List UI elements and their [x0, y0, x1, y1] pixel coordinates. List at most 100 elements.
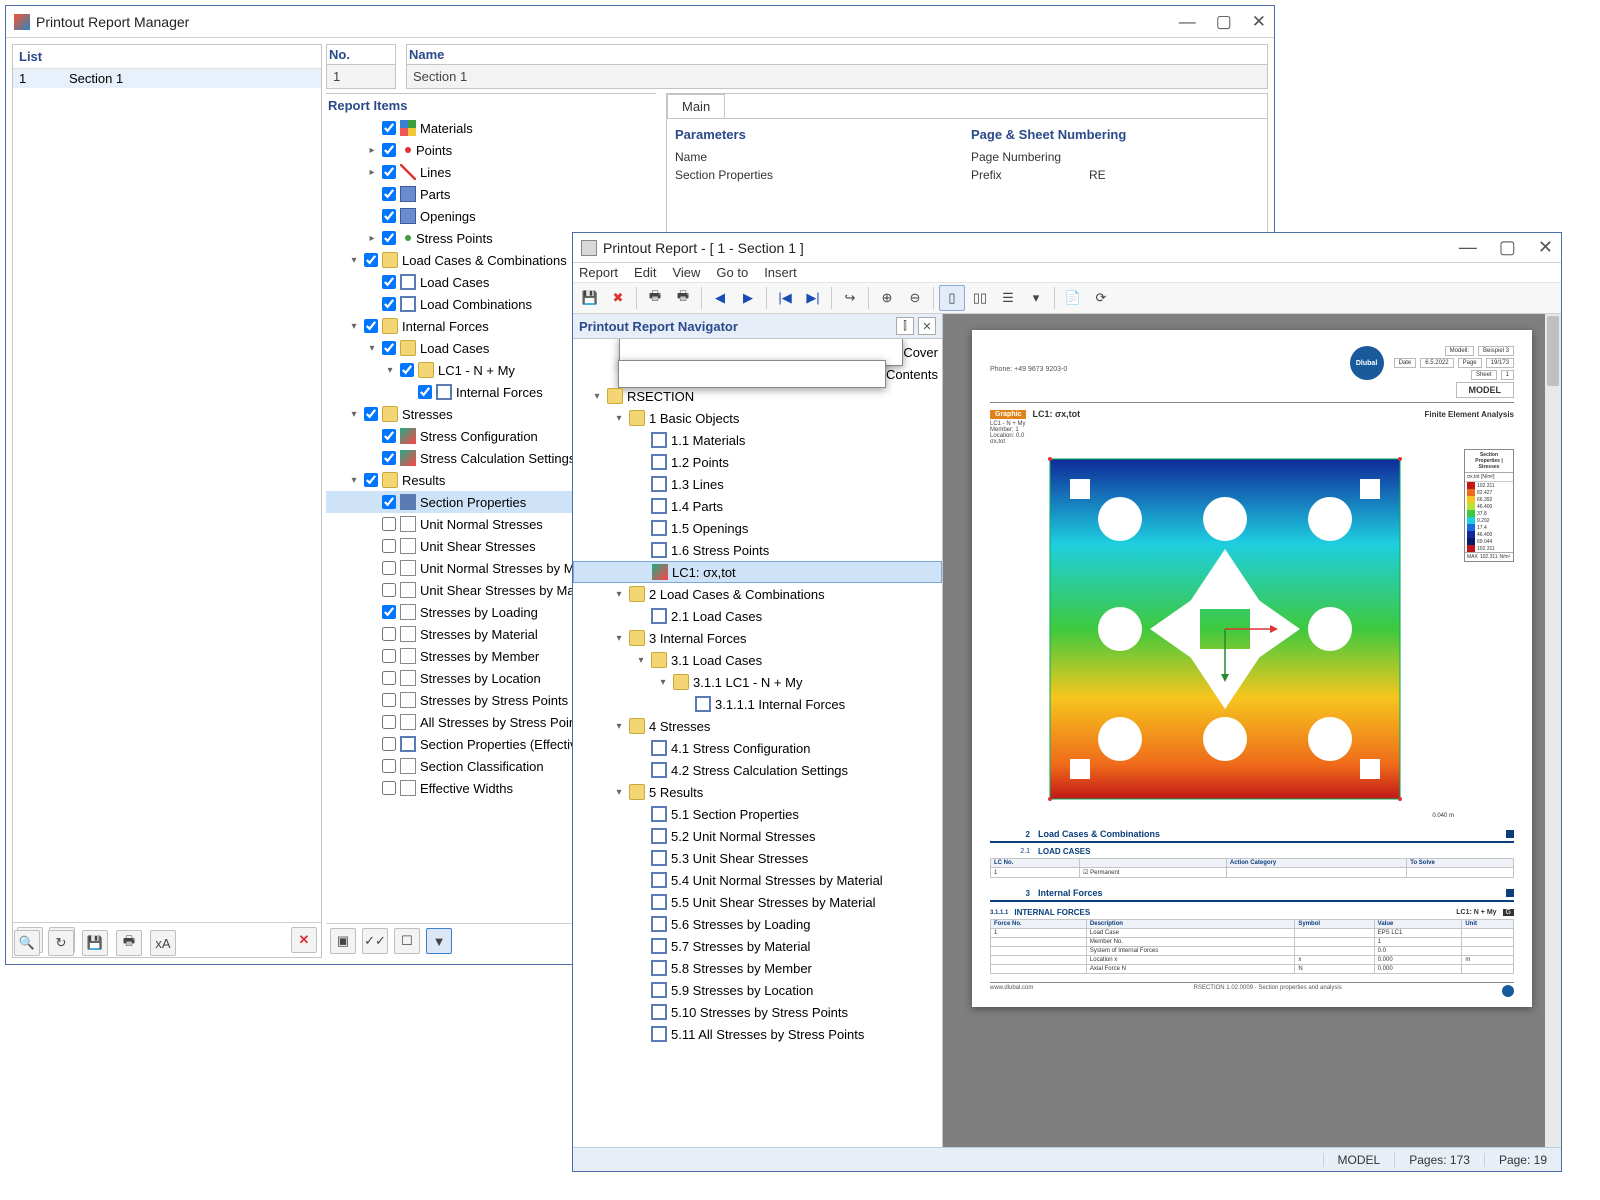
item-checkbox[interactable] — [364, 473, 378, 487]
maximize-button[interactable]: ▢ — [1499, 237, 1516, 258]
report-item[interactable]: Openings — [326, 205, 656, 227]
save-icon[interactable]: 💾 — [577, 285, 603, 311]
menu-insert[interactable]: Insert — [764, 265, 797, 280]
close-button[interactable]: ✕ — [1252, 12, 1266, 32]
vertical-scrollbar[interactable] — [1545, 314, 1561, 1147]
nav-item[interactable]: 5.7 Stresses by Material — [573, 935, 942, 957]
twisty-icon[interactable]: ▾ — [384, 365, 396, 376]
menu-report[interactable]: Report — [579, 265, 618, 280]
nav-item[interactable]: ▾3.1.1 LC1 - N + My — [573, 671, 942, 693]
first-icon[interactable]: |◀ — [772, 285, 798, 311]
item-checkbox[interactable] — [382, 209, 396, 223]
save-button[interactable]: 💾 — [82, 930, 108, 956]
item-checkbox[interactable] — [382, 781, 396, 795]
nav-item[interactable]: 1.2 Points — [573, 451, 942, 473]
property-row[interactable]: Section Properties — [675, 166, 963, 184]
twisty-icon[interactable]: ▾ — [591, 391, 603, 402]
item-checkbox[interactable] — [382, 737, 396, 751]
two-page-icon[interactable]: ▯▯ — [967, 285, 993, 311]
navigator-tree[interactable]: CoverContents▾RSECTION▾1 Basic Objects1.… — [573, 339, 942, 1147]
page-preview[interactable]: Phone: +49 9673 9203-0 Dlubal Modell:Bei… — [943, 314, 1561, 1147]
single-page-icon[interactable]: ▯ — [939, 285, 965, 311]
new-page-icon[interactable]: 📄 — [1060, 285, 1086, 311]
menu-edit[interactable]: Edit — [634, 265, 656, 280]
next-icon[interactable]: ▶ — [735, 285, 761, 311]
item-checkbox[interactable] — [364, 253, 378, 267]
nav-item[interactable]: 5.4 Unit Normal Stresses by Material — [573, 869, 942, 891]
twisty-icon[interactable]: ▾ — [635, 655, 647, 666]
property-row[interactable]: PrefixRE — [971, 166, 1259, 184]
twisty-icon[interactable]: ▾ — [348, 409, 360, 420]
nav-item[interactable]: LC1: σx,tot — [573, 561, 942, 583]
twisty-icon[interactable]: ▾ — [613, 633, 625, 644]
tree-uncheck-button[interactable]: ☐ — [394, 928, 420, 954]
nav-item[interactable]: ▾3 Internal Forces — [573, 627, 942, 649]
twisty-icon[interactable]: ▾ — [613, 413, 625, 424]
item-checkbox[interactable] — [382, 583, 396, 597]
item-checkbox[interactable] — [382, 297, 396, 311]
nav-item[interactable]: 1.4 Parts — [573, 495, 942, 517]
pin-icon[interactable]: ⫿ — [896, 317, 914, 335]
item-checkbox[interactable] — [382, 715, 396, 729]
name-input[interactable]: Section 1 — [406, 64, 1268, 89]
item-checkbox[interactable] — [418, 385, 432, 399]
no-input[interactable]: 1 — [326, 64, 396, 89]
report-item[interactable]: ▸Lines — [326, 161, 656, 183]
twisty-icon[interactable]: ▾ — [613, 589, 625, 600]
twisty-icon[interactable]: ▾ — [657, 677, 669, 688]
item-checkbox[interactable] — [382, 451, 396, 465]
menu-go-to[interactable]: Go to — [716, 265, 748, 280]
nav-item[interactable]: 4.2 Stress Calculation Settings — [573, 759, 942, 781]
twisty-icon[interactable]: ▸ — [366, 145, 378, 156]
nav-item[interactable]: ▾5 Results — [573, 781, 942, 803]
report-list-row[interactable]: 1 Section 1 — [13, 69, 321, 88]
nav-item[interactable]: 1.1 Materials — [573, 429, 942, 451]
tree-checkall-button[interactable]: ✓✓ — [362, 928, 388, 954]
item-checkbox[interactable] — [382, 341, 396, 355]
tree-filter-button[interactable]: ▼ — [426, 928, 452, 954]
minimize-button[interactable]: — — [1179, 12, 1196, 32]
item-checkbox[interactable] — [382, 671, 396, 685]
delete-report-button[interactable]: ✕ — [291, 927, 317, 953]
item-checkbox[interactable] — [382, 759, 396, 773]
maximize-button[interactable]: ▢ — [1216, 12, 1232, 32]
prev-icon[interactable]: ◀ — [707, 285, 733, 311]
nav-item[interactable]: 5.9 Stresses by Location — [573, 979, 942, 1001]
close-nav-icon[interactable]: ✕ — [918, 317, 936, 335]
print-preview-icon[interactable]: 🖶 — [670, 285, 696, 311]
tab-main[interactable]: Main — [667, 94, 725, 118]
nav-item[interactable]: 1.3 Lines — [573, 473, 942, 495]
nav-item[interactable]: 5.10 Stresses by Stress Points — [573, 1001, 942, 1023]
close-button[interactable]: ✕ — [1538, 237, 1553, 258]
nav-item[interactable]: 2.1 Load Cases — [573, 605, 942, 627]
item-checkbox[interactable] — [382, 275, 396, 289]
win2-titlebar[interactable]: Printout Report - [ 1 - Section 1 ] — ▢ … — [573, 233, 1561, 263]
delete-icon[interactable]: ✖ — [605, 285, 631, 311]
property-row[interactable]: Page Numbering — [971, 148, 1259, 166]
nav-item[interactable]: 3.1.1.1 Internal Forces — [573, 693, 942, 715]
item-checkbox[interactable] — [382, 539, 396, 553]
nav-item[interactable]: 5.3 Unit Shear Stresses — [573, 847, 942, 869]
twisty-icon[interactable]: ▾ — [348, 255, 360, 266]
print-button[interactable]: 🖶 — [116, 930, 142, 956]
twisty-icon[interactable]: ▸ — [366, 167, 378, 178]
multi-page-icon[interactable]: ☰ — [995, 285, 1021, 311]
item-checkbox[interactable] — [364, 407, 378, 421]
nav-item[interactable]: ▾3.1 Load Cases — [573, 649, 942, 671]
refresh-button[interactable]: ↻ — [48, 930, 74, 956]
translate-button[interactable]: xA — [150, 930, 176, 956]
nav-item[interactable]: 5.1 Section Properties — [573, 803, 942, 825]
goto-icon[interactable]: ↪ — [837, 285, 863, 311]
nav-item[interactable]: 5.2 Unit Normal Stresses — [573, 825, 942, 847]
twisty-icon[interactable]: ▾ — [366, 343, 378, 354]
win1-titlebar[interactable]: Printout Report Manager — ▢ ✕ — [6, 6, 1274, 38]
report-item[interactable]: Parts — [326, 183, 656, 205]
item-checkbox[interactable] — [382, 429, 396, 443]
dropdown-icon[interactable]: ▾ — [1023, 285, 1049, 311]
print-icon[interactable]: 🖶 — [642, 285, 668, 311]
item-checkbox[interactable] — [382, 121, 396, 135]
item-checkbox[interactable] — [382, 561, 396, 575]
nav-item[interactable]: 1.6 Stress Points — [573, 539, 942, 561]
nav-item[interactable]: 5.8 Stresses by Member — [573, 957, 942, 979]
nav-item[interactable]: 5.5 Unit Shear Stresses by Material — [573, 891, 942, 913]
